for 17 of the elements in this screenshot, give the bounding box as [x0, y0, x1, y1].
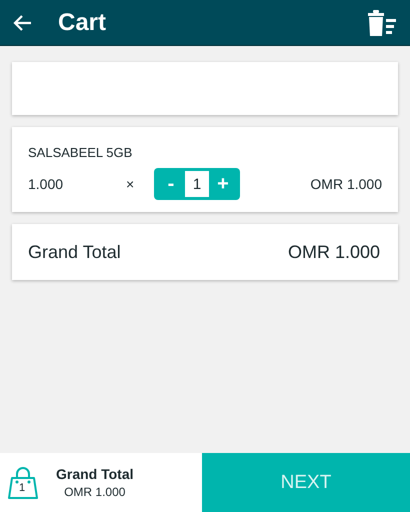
product-name: SALSABEEL 5GB [28, 145, 134, 160]
unit-price: 1.000 [28, 176, 64, 192]
page-title: Cart [58, 8, 108, 36]
line-total: OMR 1.000 [310, 176, 382, 192]
footer-total-value: OMR 1.000 [64, 485, 126, 499]
clear-cart-icon[interactable] [368, 10, 396, 36]
back-arrow-icon[interactable] [12, 14, 32, 32]
shopping-bag-icon [8, 466, 38, 498]
increment-button[interactable]: + [209, 171, 237, 197]
bag-count: 1 [19, 482, 26, 494]
decrement-button[interactable]: - [157, 171, 185, 197]
quantity-value: 1 [185, 171, 209, 197]
multiply-sign: × [126, 176, 136, 192]
grand-total-value: OMR 1.000 [288, 242, 380, 262]
grand-total-label: Grand Total [28, 242, 121, 262]
next-button[interactable]: NEXT [202, 453, 410, 512]
footer-total-label: Grand Total [56, 466, 134, 482]
